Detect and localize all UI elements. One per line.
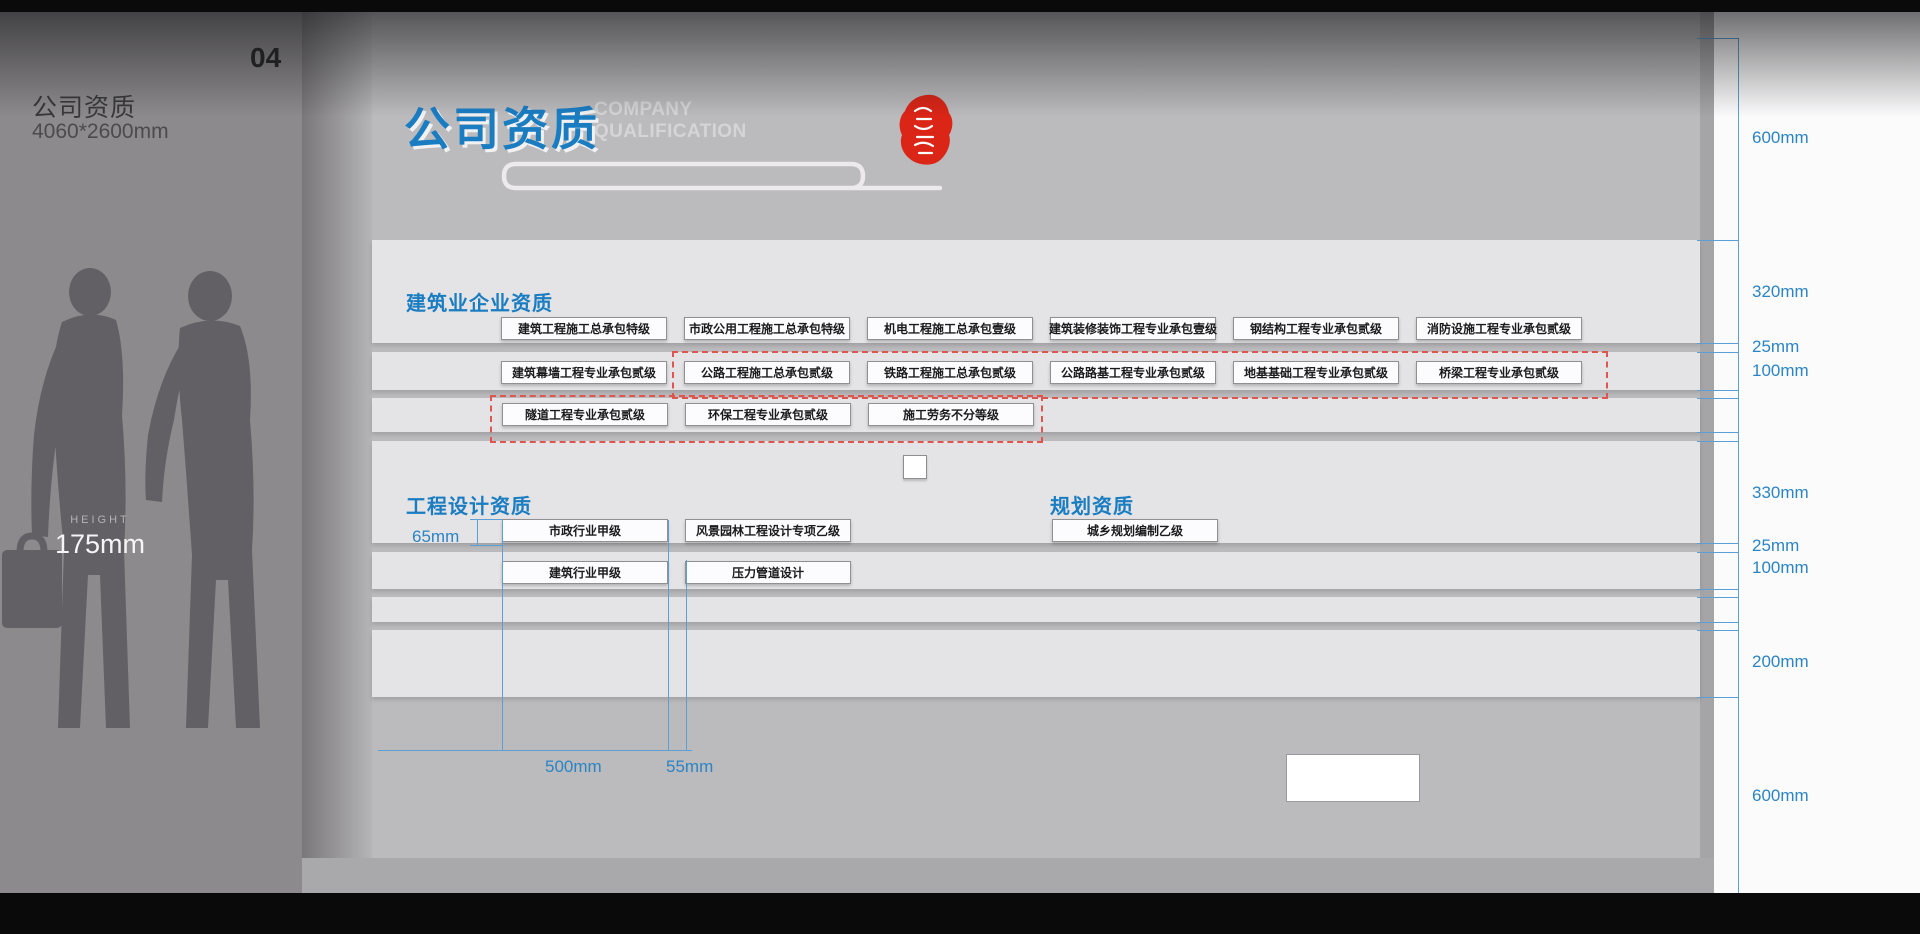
design-sheet: 04 公司资质 4060*2600mm HEIGHT 175mm 公司资质 CO… — [0, 0, 1920, 934]
people-silhouette-illustration — [0, 250, 300, 735]
measurement-margin — [1714, 12, 1920, 893]
dim-line — [470, 519, 502, 520]
ruler-label: 320mm — [1752, 282, 1809, 302]
dim-line — [502, 520, 503, 750]
ruler-tick — [1697, 352, 1738, 353]
height-value: 175mm — [48, 529, 152, 560]
ruler-tick — [1697, 543, 1738, 544]
highlight-dashed-rect-2 — [490, 395, 1043, 443]
dim-plaque-gap: 55mm — [666, 757, 713, 777]
height-annotation: HEIGHT 175mm — [48, 514, 152, 560]
ruler-tick — [1697, 552, 1738, 553]
ruler-label: 25mm — [1752, 337, 1799, 357]
dim-plaque-height: 65mm — [412, 527, 459, 547]
qualification-plaque: 建筑幕墙工程专业承包贰级 — [501, 361, 667, 384]
section-title-planning: 规划资质 — [1050, 490, 1134, 519]
ruler-tick — [1697, 622, 1738, 623]
ruler-tick — [1697, 630, 1738, 631]
wall-right-edge — [1700, 12, 1714, 893]
ruler-label: 600mm — [1752, 786, 1809, 806]
ruler-label: 600mm — [1752, 128, 1809, 148]
ruler-label: 330mm — [1752, 483, 1809, 503]
section-title-construction: 建筑业企业资质 — [406, 287, 553, 316]
ruler-tick — [1697, 597, 1738, 598]
plaque-row-design-2: 建筑行业甲级压力管道设计 — [502, 561, 851, 584]
ruler-label: 100mm — [1752, 558, 1809, 578]
plaque-row-construction-1: 建筑工程施工总承包特级市政公用工程施工总承包特级机电工程施工总承包壹级建筑装修装… — [501, 317, 1582, 340]
qualification-plaque: 压力管道设计 — [685, 561, 851, 584]
ruler-tick — [1697, 343, 1738, 344]
ruler-label: 25mm — [1752, 536, 1799, 556]
dim-line — [668, 520, 669, 750]
ruler-line — [1738, 38, 1739, 893]
paperclip-divider-icon — [500, 158, 950, 196]
qualification-plaque: 风景园林工程设计专项乙级 — [685, 519, 851, 542]
wall-band — [372, 630, 1700, 697]
wall-title-en-line2: QUALIFICATION — [594, 121, 747, 143]
qualification-plaque: 机电工程施工总承包壹级 — [867, 317, 1033, 340]
wall-base-strip — [302, 858, 1714, 893]
height-label: HEIGHT — [48, 514, 152, 526]
qualification-plaque: 城乡规划编制乙级 — [1052, 519, 1218, 542]
qualification-plaque: 建筑工程施工总承包特级 — [501, 317, 667, 340]
ruler-tick — [1697, 390, 1738, 391]
sheet-dimensions: 4060*2600mm — [32, 120, 169, 144]
highlight-dashed-rect-1 — [672, 351, 1608, 399]
ruler-tick — [1697, 697, 1738, 698]
section-title-design: 工程设计资质 — [406, 490, 532, 519]
ruler-tick — [1697, 441, 1738, 442]
qualification-plaque: 钢结构工程专业承包贰级 — [1233, 317, 1399, 340]
top-shadow-gradient — [0, 12, 1920, 117]
bottom-black-band — [0, 893, 1920, 934]
dim-line — [477, 519, 478, 546]
qualification-plaque: 建筑装修装饰工程专业承包壹级 — [1050, 317, 1216, 340]
ruler-tick — [1697, 240, 1738, 241]
wall-band — [372, 597, 1700, 622]
dim-line — [378, 750, 692, 751]
ruler-tick — [1697, 398, 1738, 399]
ruler-tick — [1697, 432, 1738, 433]
dim-plaque-width: 500mm — [545, 757, 602, 777]
qualification-plaque: 消防设施工程专业承包贰级 — [1416, 317, 1582, 340]
qualification-plaque: 建筑行业甲级 — [502, 561, 668, 584]
qualification-plaque: 市政行业甲级 — [502, 519, 668, 542]
plaque-row-design-1: 市政行业甲级风景园林工程设计专项乙级 — [502, 519, 851, 542]
ruler-label: 100mm — [1752, 361, 1809, 381]
small-white-square — [903, 455, 927, 479]
dim-line — [686, 560, 687, 750]
ruler-tick — [1697, 589, 1738, 590]
panel-wall-shadow — [302, 12, 372, 893]
plaque-row-planning-1: 城乡规划编制乙级 — [1052, 519, 1218, 542]
qualification-plaque: 市政公用工程施工总承包特级 — [684, 317, 850, 340]
dim-line — [470, 545, 502, 546]
blank-white-box — [1286, 754, 1420, 802]
top-black-band — [0, 0, 1920, 12]
ruler-label: 200mm — [1752, 652, 1809, 672]
